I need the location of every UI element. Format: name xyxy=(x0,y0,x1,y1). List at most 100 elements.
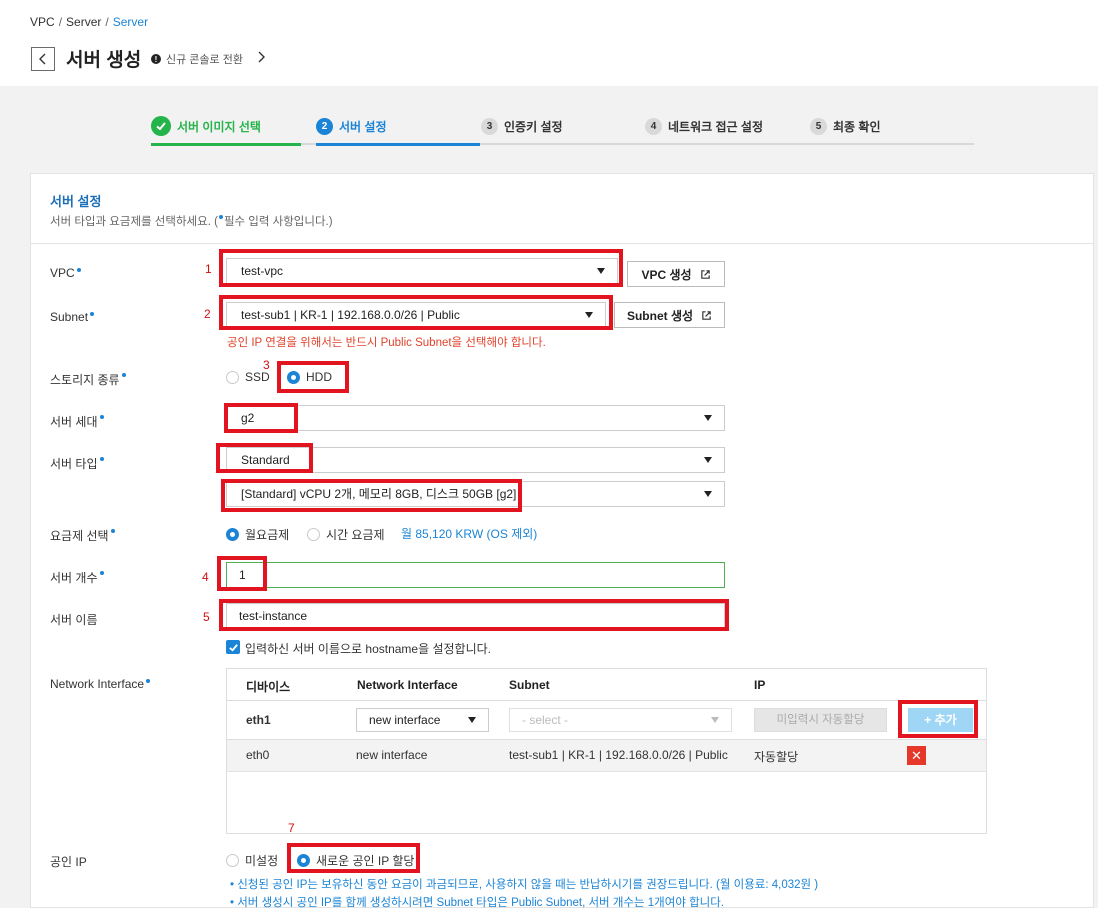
network-interface-table: 디바이스 Network Interface Subnet IP eth1 ne… xyxy=(226,668,987,834)
new-interface-row: eth1 new interface - select - 미입력시 자동할당 … xyxy=(227,700,986,740)
card-title: 서버 설정 xyxy=(50,194,102,209)
vpc-label: VPC xyxy=(50,266,82,280)
step-label: 네트워크 접근 설정 xyxy=(668,120,763,134)
generation-label: 서버 세대 xyxy=(50,413,105,430)
step-image-select[interactable]: 서버 이미지 선택 xyxy=(151,116,261,136)
external-link-icon xyxy=(700,269,710,279)
new-interface-select[interactable]: new interface xyxy=(356,708,489,732)
generation-select[interactable]: g2 xyxy=(226,405,725,431)
pricing-hourly-label: 시간 요금제 xyxy=(326,528,385,542)
step-network-access[interactable]: 4 네트워크 접근 설정 xyxy=(645,118,763,135)
breadcrumb-current: Server xyxy=(112,15,149,29)
step-auth-key[interactable]: 3 인증키 설정 xyxy=(481,118,563,135)
public-ip-none-radio[interactable]: 미설정 xyxy=(226,852,278,869)
radio-off-icon xyxy=(226,370,239,384)
breadcrumb: VPC / Server / Server xyxy=(30,15,148,29)
subnet-create-button[interactable]: Subnet 생성 xyxy=(614,302,725,328)
caret-down-icon xyxy=(711,717,719,723)
page-header: VPC / Server / Server 서버 생성 ! 신규 콘솔로 전환 xyxy=(0,0,1098,86)
storage-label: 스토리지 종류 xyxy=(50,371,127,388)
public-ip-none-label: 미설정 xyxy=(245,854,279,868)
annotation-number: 7 xyxy=(288,821,295,835)
step-number: 4 xyxy=(645,118,662,135)
switch-console-link[interactable]: ! 신규 콘솔로 전환 xyxy=(151,51,243,67)
vpc-create-button[interactable]: VPC 생성 xyxy=(627,261,725,287)
card-subtitle-post: 필수 입력 사항입니다.) xyxy=(223,216,333,228)
pricing-monthly-radio[interactable]: 월요금제 xyxy=(226,526,289,543)
new-subnet-select[interactable]: - select - xyxy=(509,708,732,732)
wizard-stepper: 서버 이미지 선택 2 서버 설정 3 인증키 설정 4 네트워크 접근 설정 … xyxy=(151,115,974,146)
annotation-box xyxy=(219,599,729,631)
delete-interface-button[interactable]: ✕ xyxy=(907,746,926,765)
annotation-box xyxy=(898,700,978,738)
subnet-label: Subnet xyxy=(50,310,95,324)
breadcrumb-server[interactable]: Server xyxy=(66,15,101,29)
annotation-number: 5 xyxy=(203,610,210,624)
pricing-monthly-label: 월요금제 xyxy=(245,528,290,542)
pricing-hourly-radio[interactable]: 시간 요금제 xyxy=(307,526,385,543)
public-ip-label: 공인 IP xyxy=(50,855,87,869)
pricing-label: 요금제 선택 xyxy=(50,527,116,544)
hostname-checkbox-label: 입력하신 서버 이름으로 hostname을 설정합니다. xyxy=(245,642,492,656)
card-subtitle: 서버 타입과 요금제를 선택하세요. ( 필수 입력 사항입니다.) xyxy=(50,213,333,229)
row-ip: 자동할당 xyxy=(754,750,799,764)
caret-down-icon xyxy=(704,415,712,421)
step-final-review[interactable]: 5 최종 확인 xyxy=(810,118,881,135)
annotation-box xyxy=(217,556,267,591)
breadcrumb-sep: / xyxy=(105,15,109,29)
check-icon xyxy=(151,116,171,136)
new-device: eth1 xyxy=(246,713,271,727)
caret-down-icon xyxy=(704,491,712,497)
annotation-box xyxy=(219,249,623,287)
public-ip-note: • 서버 생성시 공인 IP를 함께 생성하시려면 Subnet 타입은 Pub… xyxy=(230,897,725,908)
radio-off-icon xyxy=(226,854,239,867)
card-subtitle-pre: 서버 타입과 요금제를 선택하세요. ( xyxy=(50,216,218,228)
annotation-number: 4 xyxy=(202,570,209,584)
row-subnet: test-sub1 | KR-1 | 192.168.0.0/26 | Publ… xyxy=(509,748,728,762)
step-label: 최종 확인 xyxy=(833,120,881,134)
network-interface-label: Network Interface xyxy=(50,677,151,691)
caret-down-icon xyxy=(468,717,476,723)
new-subnet-placeholder: - select - xyxy=(522,713,569,727)
breadcrumb-vpc[interactable]: VPC xyxy=(30,15,55,29)
caret-down-icon xyxy=(704,457,712,463)
col-device: 디바이스 xyxy=(246,680,291,694)
required-dot xyxy=(218,215,223,219)
radio-on-icon xyxy=(226,528,239,541)
col-ip: IP xyxy=(754,678,766,692)
subnet-warning: 공인 IP 연결을 위해서는 반드시 Public Subnet을 선택해야 합… xyxy=(227,337,546,349)
step-progress-done xyxy=(151,143,301,146)
chevron-right-icon[interactable] xyxy=(256,51,266,63)
table-row: eth0 new interface test-sub1 | KR-1 | 19… xyxy=(227,740,986,772)
annotation-box xyxy=(219,295,613,330)
new-ip-input[interactable]: 미입력시 자동할당 xyxy=(754,708,887,732)
external-link-icon xyxy=(702,310,711,320)
row-device: eth0 xyxy=(246,748,270,762)
step-number: 3 xyxy=(481,118,498,135)
server-type-label: 서버 타입 xyxy=(50,455,105,472)
back-button[interactable] xyxy=(31,47,55,71)
step-label: 서버 이미지 선택 xyxy=(177,119,261,134)
vpc-create-label: VPC 생성 xyxy=(641,267,692,282)
step-label: 인증키 설정 xyxy=(504,120,563,134)
annotation-number: 1 xyxy=(205,262,212,276)
price-estimate: 월 85,120 KRW (OS 제외) xyxy=(401,527,538,541)
storage-ssd-radio[interactable]: SSD xyxy=(226,370,270,384)
annotation-box xyxy=(287,843,420,873)
step-server-settings[interactable]: 2 서버 설정 xyxy=(316,118,387,135)
card-header: 서버 설정 서버 타입과 요금제를 선택하세요. ( 필수 입력 사항입니다.) xyxy=(31,174,1093,244)
annotation-box xyxy=(277,361,349,393)
step-label: 서버 설정 xyxy=(339,120,387,134)
radio-off-icon xyxy=(307,528,320,541)
server-count-input[interactable]: 1 xyxy=(226,562,725,588)
step-number: 2 xyxy=(316,118,333,135)
chevron-left-icon xyxy=(39,53,46,65)
step-number: 5 xyxy=(810,118,827,135)
step-progress-active xyxy=(316,143,480,146)
server-name-label: 서버 이름 xyxy=(50,613,98,627)
hostname-checkbox[interactable] xyxy=(226,640,240,654)
info-icon: ! xyxy=(151,54,161,64)
check-icon xyxy=(228,643,238,652)
switch-console-label: 신규 콘솔로 전환 xyxy=(166,54,243,66)
count-label: 서버 개수 xyxy=(50,569,105,586)
